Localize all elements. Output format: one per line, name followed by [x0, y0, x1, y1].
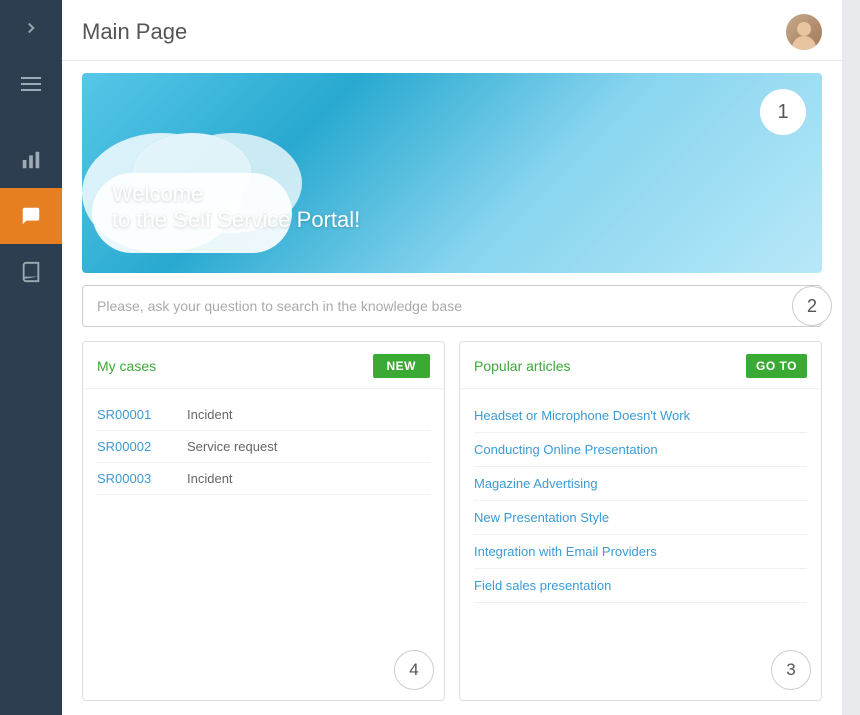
my-cases-body: SR00001 Incident SR00002 Service request… [83, 389, 444, 700]
popular-articles-header: Popular articles GO TO [460, 342, 821, 389]
new-case-button[interactable]: NEW [373, 354, 431, 378]
hero-text-line1: Welcome [112, 181, 360, 207]
hero-banner: Welcome to the Self Service Portal! 1 [82, 73, 822, 273]
sidebar-item-chat[interactable] [0, 188, 62, 244]
sidebar-nav [0, 132, 62, 300]
popular-articles-body: Headset or Microphone Doesn't Work Condu… [460, 389, 821, 700]
my-cases-panel: My cases NEW SR00001 Incident SR00002 Se… [82, 341, 445, 701]
menu-icon[interactable] [11, 66, 51, 102]
sidebar-item-book[interactable] [0, 244, 62, 300]
case-type: Incident [187, 471, 233, 486]
hero-text-line2: to the Self Service Portal! [112, 207, 360, 233]
article-link-4[interactable]: New Presentation Style [474, 501, 807, 535]
popular-articles-panel: Popular articles GO TO Headset or Microp… [459, 341, 822, 701]
avatar[interactable] [786, 14, 822, 50]
goto-button[interactable]: GO TO [746, 354, 807, 378]
avatar-image [786, 14, 822, 50]
case-type: Incident [187, 407, 233, 422]
step-circle-2: 2 [792, 286, 832, 326]
main-content: Main Page Welcome to the Self Service Po… [62, 0, 842, 715]
hero-text: Welcome to the Self Service Portal! [112, 181, 360, 233]
my-cases-title: My cases [97, 358, 156, 374]
cloud-shape [82, 73, 822, 273]
article-link-2[interactable]: Conducting Online Presentation [474, 433, 807, 467]
step-circle-4: 4 [394, 650, 434, 690]
panels-row: My cases NEW SR00001 Incident SR00002 Se… [82, 341, 822, 701]
search-bar-wrapper: 2 [82, 285, 822, 327]
case-id[interactable]: SR00002 [97, 439, 167, 454]
header: Main Page [62, 0, 842, 61]
case-id[interactable]: SR00001 [97, 407, 167, 422]
article-link-6[interactable]: Field sales presentation [474, 569, 807, 603]
case-type: Service request [187, 439, 277, 454]
page-title: Main Page [82, 19, 187, 45]
article-link-5[interactable]: Integration with Email Providers [474, 535, 807, 569]
case-id[interactable]: SR00003 [97, 471, 167, 486]
hero-cloud-decoration [82, 73, 822, 273]
step-circle-1: 1 [760, 89, 806, 135]
table-row: SR00003 Incident [97, 463, 430, 495]
step-circle-3: 3 [771, 650, 811, 690]
right-scrollbar [842, 0, 860, 715]
search-input[interactable] [82, 285, 822, 327]
sidebar [0, 0, 62, 715]
sidebar-toggle-button[interactable] [11, 10, 51, 46]
sidebar-item-chart[interactable] [0, 132, 62, 188]
article-link-3[interactable]: Magazine Advertising [474, 467, 807, 501]
table-row: SR00002 Service request [97, 431, 430, 463]
table-row: SR00001 Incident [97, 399, 430, 431]
my-cases-header: My cases NEW [83, 342, 444, 389]
article-link-1[interactable]: Headset or Microphone Doesn't Work [474, 399, 807, 433]
popular-articles-title: Popular articles [474, 358, 571, 374]
